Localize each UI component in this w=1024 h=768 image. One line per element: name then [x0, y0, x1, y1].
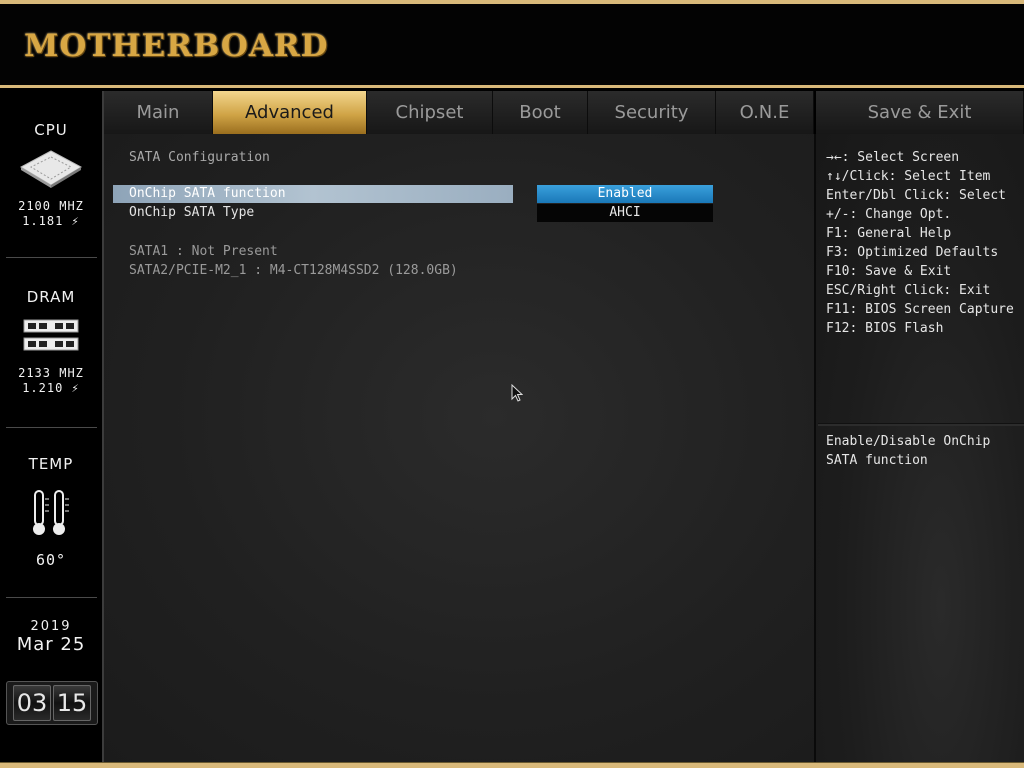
cpu-frequency: 2100 MHZ: [18, 199, 84, 213]
top-banner: MOTHERBOARD: [0, 0, 1024, 88]
tab-boot[interactable]: Boot: [493, 91, 588, 134]
memory-module-icon: [23, 319, 79, 351]
dram-voltage: 1.210 ⚡: [22, 381, 80, 395]
item-description: Enable/Disable OnChip SATA function: [826, 434, 991, 468]
clock-display: 03 15: [6, 681, 98, 725]
panel-divider: [6, 257, 97, 258]
cpu-chip-icon: [19, 150, 83, 188]
cpu-title: CPU: [34, 121, 68, 139]
date-month-day: Mar 25: [16, 634, 86, 655]
tab-security[interactable]: Security: [588, 91, 716, 134]
bottom-border: [0, 762, 1024, 768]
sata2-info: SATA2/PCIE-M2_1 : M4-CT128M4SSD2 (128.0G…: [129, 263, 458, 278]
status-panel: CPU 2100 MHZ 1.181 ⚡ DRAM 2133 MHZ 1.210…: [0, 91, 104, 762]
help-line: →←: Select Screen: [826, 150, 960, 165]
help-line: F10: Save & Exit: [826, 264, 952, 279]
main-content: SATA Configuration OnChip SATA function …: [104, 134, 814, 762]
option-row-sata-function[interactable]: OnChip SATA function Enabled: [113, 185, 713, 203]
tab-main[interactable]: Main: [104, 91, 213, 134]
tab-save-exit[interactable]: Save & Exit: [814, 91, 1024, 134]
help-line: +/-: Change Opt.: [826, 207, 952, 222]
clock-hours: 03: [13, 685, 51, 721]
date-year: 2019: [30, 619, 72, 634]
temperature-status: TEMP 60°: [0, 455, 102, 568]
option-value[interactable]: AHCI: [537, 204, 713, 222]
menu-tabs: Main Advanced Chipset Boot Security O.N.…: [104, 91, 1024, 134]
option-label[interactable]: OnChip SATA function: [113, 185, 513, 203]
panel-divider: [6, 597, 97, 598]
clock-minutes: 15: [53, 685, 91, 721]
option-row-sata-type[interactable]: OnChip SATA Type AHCI: [113, 204, 713, 222]
help-line: F12: BIOS Flash: [826, 321, 944, 336]
help-line: F3: Optimized Defaults: [826, 245, 999, 260]
section-title: SATA Configuration: [129, 150, 270, 165]
tab-advanced[interactable]: Advanced: [213, 91, 367, 134]
dram-frequency: 2133 MHZ: [18, 366, 84, 380]
date-display: 2019 Mar 25: [0, 619, 102, 655]
tab-chipset[interactable]: Chipset: [367, 91, 493, 134]
dram-status: DRAM 2133 MHZ 1.210 ⚡: [0, 288, 102, 396]
help-line: ↑↓/Click: Select Item: [826, 169, 991, 184]
mouse-pointer-icon: [511, 384, 523, 402]
key-help-list: →←: Select Screen ↑↓/Click: Select Item …: [826, 148, 1022, 338]
temperature-value: 60°: [35, 551, 67, 569]
cpu-voltage: 1.181 ⚡: [22, 214, 80, 228]
cpu-status: CPU 2100 MHZ 1.181 ⚡: [0, 121, 102, 229]
temp-title: TEMP: [28, 455, 74, 473]
option-label[interactable]: OnChip SATA Type: [113, 204, 513, 222]
thermometer-icon: [33, 490, 69, 535]
tab-one[interactable]: O.N.E: [716, 91, 814, 134]
help-line: F1: General Help: [826, 226, 952, 241]
help-panel: →←: Select Screen ↑↓/Click: Select Item …: [814, 134, 1024, 762]
help-line: ESC/Right Click: Exit: [826, 283, 991, 298]
brand-logo: MOTHERBOARD: [24, 28, 329, 64]
help-line: F11: BIOS Screen Capture: [826, 302, 1014, 317]
panel-divider: [6, 427, 97, 428]
dram-title: DRAM: [26, 288, 76, 306]
help-divider: [818, 423, 1024, 426]
option-value[interactable]: Enabled: [537, 185, 713, 203]
help-line: Enter/Dbl Click: Select: [826, 188, 1007, 203]
sata1-info: SATA1 : Not Present: [129, 244, 278, 259]
